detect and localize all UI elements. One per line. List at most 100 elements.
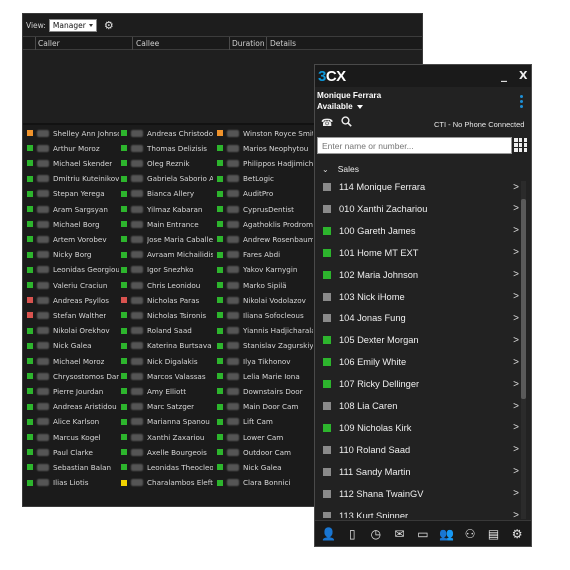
group-icon[interactable]: 👥 (438, 528, 456, 540)
extension-cell[interactable]: Avraam Michailidis (121, 250, 213, 260)
extension-cell[interactable]: Andreas Psyllos (27, 295, 119, 305)
contacts-book-icon[interactable]: ▯ (343, 528, 361, 540)
phone-icon[interactable]: ☎ (321, 118, 333, 129)
chevron-right-icon[interactable]: > (513, 466, 519, 477)
extension-cell[interactable]: Pierre Jourdan (27, 386, 119, 396)
dialpad-icon[interactable] (514, 138, 528, 152)
extension-cell[interactable]: Michael Borg (27, 219, 119, 229)
contact-row[interactable]: 101 Home MT EXT > (315, 245, 521, 261)
contact-row[interactable]: 110 Roland Saad > (315, 442, 521, 458)
chevron-right-icon[interactable]: > (513, 422, 519, 433)
settings-gear-icon[interactable]: ⚙ (508, 528, 526, 540)
extension-cell[interactable]: Marcus Kogel (27, 432, 119, 442)
column-caller[interactable]: Caller (38, 39, 60, 48)
conference-icon[interactable]: ⚇ (461, 528, 479, 540)
extension-cell[interactable]: Winston Royce Smith (217, 128, 313, 138)
extension-cell[interactable]: Outdoor Cam (217, 447, 313, 457)
client-titlebar[interactable]: 3CX _ X (315, 65, 531, 87)
extension-cell[interactable]: Main Entrance (121, 219, 213, 229)
extension-cell[interactable]: Marios Neophytou (217, 143, 313, 153)
extension-cell[interactable]: Yiannis Hadjicharala... (217, 326, 313, 336)
extension-cell[interactable]: Nick Galea (217, 462, 313, 472)
chevron-right-icon[interactable]: > (513, 335, 519, 346)
extension-cell[interactable]: Andrew Rosenbaum (217, 234, 313, 244)
extension-cell[interactable]: Marcos Valassas (121, 371, 213, 381)
extension-cell[interactable]: Nick Digalakis (121, 356, 213, 366)
extension-cell[interactable]: Stanislav Zagurskiy (217, 341, 313, 351)
chevron-right-icon[interactable]: > (513, 313, 519, 324)
search-input[interactable] (317, 137, 512, 154)
close-button[interactable]: X (519, 69, 527, 82)
extension-cell[interactable]: Downstairs Door (217, 386, 313, 396)
extension-cell[interactable]: Roland Saad (121, 326, 213, 336)
extension-cell[interactable]: Agathoklis Prodromou (217, 219, 313, 229)
extension-cell[interactable]: Alice Karlson (27, 417, 119, 427)
extension-cell[interactable]: CyprusDentist (217, 204, 313, 214)
settings-gear-icon[interactable]: ⚙ (104, 20, 114, 31)
extension-cell[interactable]: Marc Satzger (121, 402, 213, 412)
more-options-icon[interactable] (520, 95, 524, 110)
extension-cell[interactable]: Marianna Spanou (121, 417, 213, 427)
extension-cell[interactable]: AuditPro (217, 189, 313, 199)
extension-cell[interactable]: Stefan Walther (27, 310, 119, 320)
extension-cell[interactable]: Igor Snezhko (121, 265, 213, 275)
contact-row[interactable]: 105 Dexter Morgan > (315, 332, 521, 348)
extension-cell[interactable]: Clara Bonnici (217, 478, 313, 488)
chevron-right-icon[interactable]: > (513, 444, 519, 455)
extension-cell[interactable]: Amy Elliott (121, 386, 213, 396)
extension-cell[interactable]: Axelle Bourgeois (121, 447, 213, 457)
extension-cell[interactable]: Charalambos Elefthe... (121, 478, 213, 488)
extension-cell[interactable]: Andreas Aristidou (27, 402, 119, 412)
extension-cell[interactable]: Andreas Christodoul... (121, 128, 213, 138)
extension-cell[interactable]: Lift Cam (217, 417, 313, 427)
chevron-right-icon[interactable]: > (513, 357, 519, 368)
contact-row[interactable]: 100 Gareth James > (315, 223, 521, 239)
extension-cell[interactable]: Michael Skender (27, 158, 119, 168)
extension-cell[interactable]: Nikolai Orekhov (27, 326, 119, 336)
contact-row[interactable]: 010 Xanthi Zachariou > (315, 201, 521, 217)
extension-cell[interactable]: Katerina Burtsava (121, 341, 213, 351)
extension-cell[interactable]: Main Door Cam (217, 402, 313, 412)
extension-cell[interactable]: Gabriela Saborio Ada... (121, 174, 213, 184)
chevron-right-icon[interactable]: > (513, 182, 519, 193)
contact-row[interactable]: 108 Lia Caren > (315, 398, 521, 414)
extension-cell[interactable]: Leonidas Theocleous (121, 462, 213, 472)
chevron-right-icon[interactable]: > (513, 379, 519, 390)
extension-cell[interactable]: Marko Sipilä (217, 280, 313, 290)
column-duration[interactable]: Duration (232, 39, 265, 48)
minimize-button[interactable]: _ (501, 68, 507, 82)
voicemail-icon[interactable]: ✉ (390, 528, 408, 540)
chevron-right-icon[interactable]: > (513, 203, 519, 214)
extension-cell[interactable]: Fares Abdi (217, 250, 313, 260)
contact-row[interactable]: 103 Nick iHome > (315, 289, 521, 305)
extension-cell[interactable]: Lower Cam (217, 432, 313, 442)
extension-cell[interactable]: Iliana Sofocleous (217, 310, 313, 320)
extension-cell[interactable]: Ilias Liotis (27, 478, 119, 488)
extension-cell[interactable]: Nicholas Tsironis (121, 310, 213, 320)
extension-cell[interactable]: Jose Maria Caballero (121, 234, 213, 244)
extension-cell[interactable]: Shelley Ann Johnson (27, 128, 119, 138)
extension-cell[interactable]: Philippos Hadjimichael (217, 158, 313, 168)
extension-cell[interactable]: Yilmaz Kabaran (121, 204, 213, 214)
extension-cell[interactable]: Nick Galea (27, 341, 119, 351)
extension-cell[interactable]: Thomas Delizisis (121, 143, 213, 153)
extension-cell[interactable]: Chris Leonidou (121, 280, 213, 290)
contact-row[interactable]: 113 Kurt Spinner > (315, 508, 521, 518)
presence-dropdown[interactable]: Available (317, 102, 363, 111)
extension-cell[interactable]: Nicky Borg (27, 250, 119, 260)
scrollbar-thumb[interactable] (521, 199, 526, 399)
extension-cell[interactable]: Yakov Karnygin (217, 265, 313, 275)
contacts-scrollbar[interactable] (521, 181, 526, 519)
chevron-right-icon[interactable]: > (513, 291, 519, 302)
extension-cell[interactable]: Sebastian Balan (27, 462, 119, 472)
contact-row[interactable]: 107 Ricky Dellinger > (315, 376, 521, 392)
contact-row[interactable]: 109 Nicholas Kirk > (315, 420, 521, 436)
column-details[interactable]: Details (270, 39, 296, 48)
extension-cell[interactable]: Stepan Yerega (27, 189, 119, 199)
extension-cell[interactable]: Aram Sargsyan (27, 204, 119, 214)
contact-row[interactable]: 104 Jonas Fung > (315, 310, 521, 326)
view-select[interactable]: Manager (48, 18, 97, 32)
chevron-right-icon[interactable]: > (513, 269, 519, 280)
extension-cell[interactable]: Bianca Allery (121, 189, 213, 199)
extension-cell[interactable]: Ilya Tikhonov (217, 356, 313, 366)
